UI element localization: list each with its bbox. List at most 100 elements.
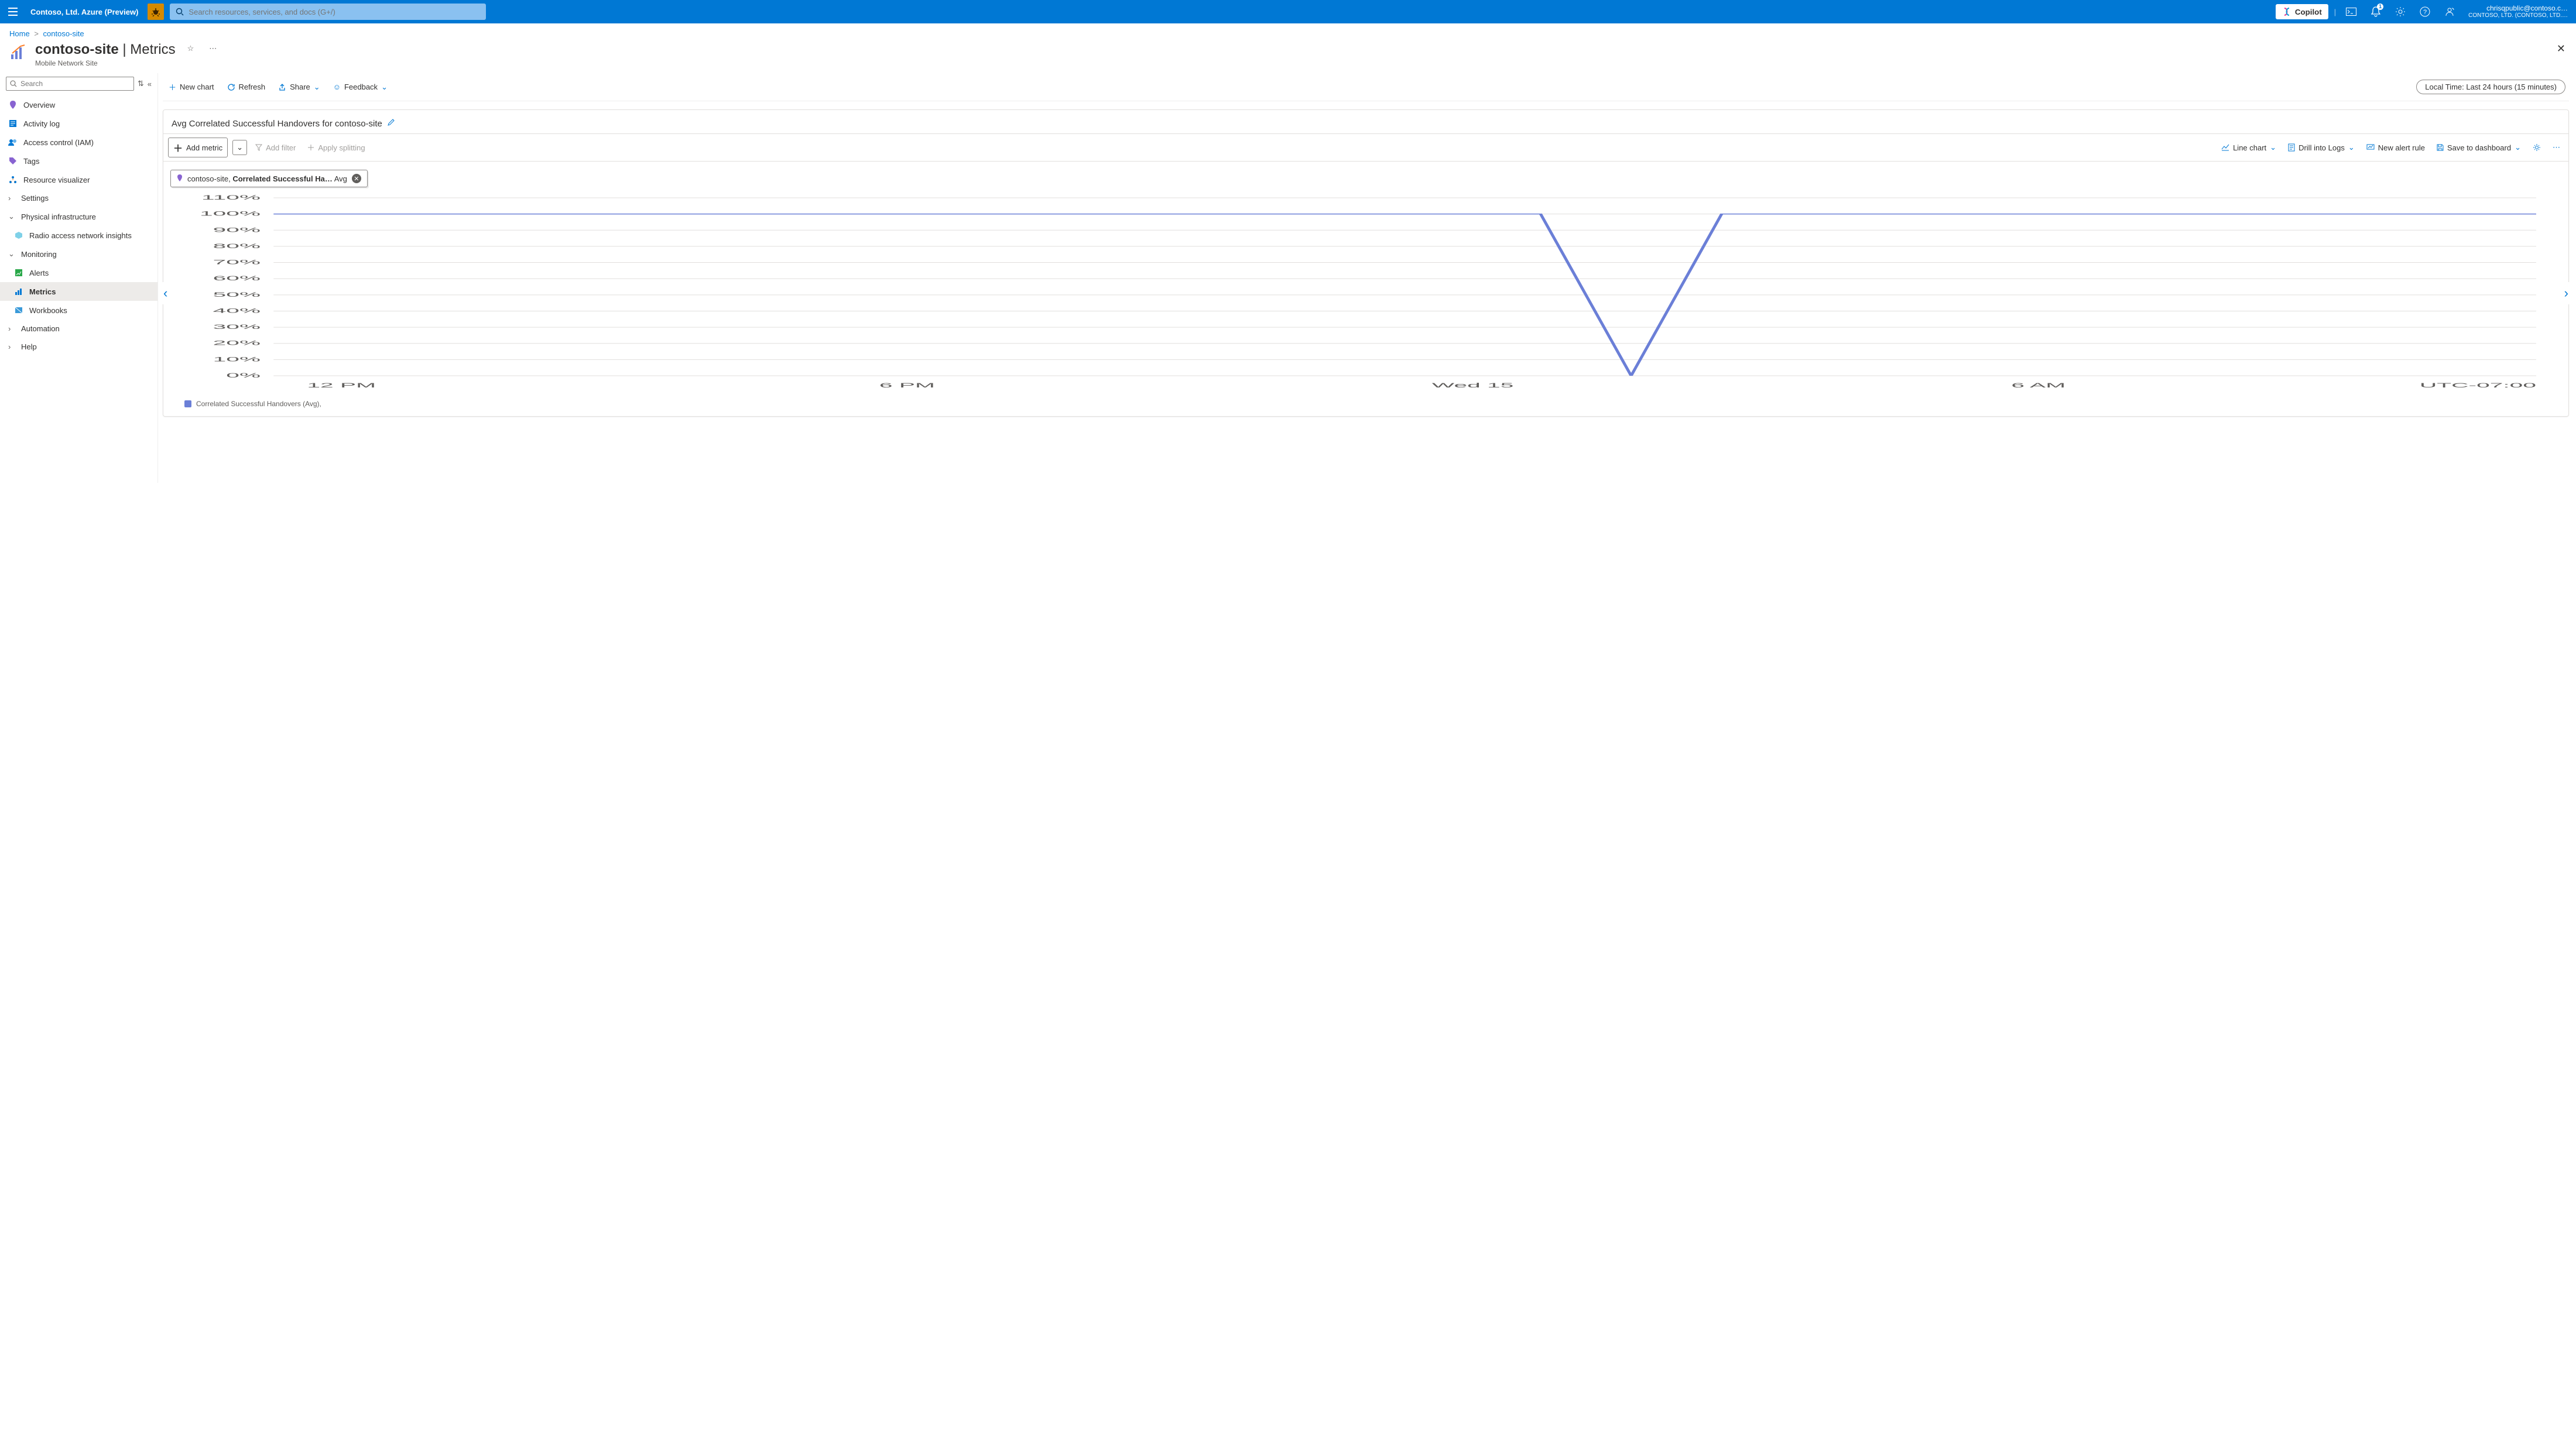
filter-icon <box>255 144 262 151</box>
nav-label: Automation <box>21 324 60 333</box>
svg-text:80%: 80% <box>213 242 261 249</box>
svg-text:6 AM: 6 AM <box>2011 382 2065 389</box>
breadcrumb-home[interactable]: Home <box>9 29 30 38</box>
tag-icon <box>8 156 18 166</box>
btn-label: Drill into Logs <box>2298 143 2345 152</box>
chevron-down-icon: ⌄ <box>2270 143 2276 152</box>
refresh-icon <box>227 83 235 91</box>
page-title-sep: | <box>119 42 131 57</box>
save-to-dashboard-button[interactable]: Save to dashboard ⌄ <box>2433 140 2524 155</box>
cube-icon <box>14 231 23 240</box>
workbooks-icon <box>14 306 23 315</box>
help-icon[interactable]: ? <box>2416 2 2434 21</box>
chart-type-dropdown[interactable]: Line chart ⌄ <box>2218 140 2280 155</box>
logs-icon <box>2288 143 2295 152</box>
visualizer-icon <box>8 175 18 184</box>
chart-settings-gear-icon[interactable] <box>2529 141 2544 154</box>
nav-help[interactable]: › Help <box>0 338 157 356</box>
chevron-down-icon: ⌄ <box>8 249 15 259</box>
refresh-button[interactable]: Refresh <box>225 80 268 94</box>
legend-swatch <box>184 400 191 407</box>
metric-pill-text: contoso-site, Correlated Successful Ha… … <box>187 174 347 183</box>
chart-title: Avg Correlated Successful Handovers for … <box>172 119 382 129</box>
search-icon <box>10 80 17 87</box>
apply-splitting-button[interactable]: Apply splitting <box>304 141 368 155</box>
alert-icon <box>2366 144 2375 151</box>
nav-search-input[interactable] <box>20 80 130 88</box>
btn-label: New alert rule <box>2378 143 2425 152</box>
drill-into-logs-button[interactable]: Drill into Logs ⌄ <box>2284 140 2358 155</box>
add-metric-button[interactable]: ＋ Add metric <box>168 138 228 157</box>
nav-resource-visualizer[interactable]: Resource visualizer <box>0 170 157 189</box>
add-filter-button[interactable]: Add filter <box>252 141 299 155</box>
nav-activity-log[interactable]: Activity log <box>0 114 157 133</box>
nav-alerts[interactable]: Alerts <box>0 263 157 282</box>
btn-label: Share <box>290 83 310 91</box>
nav-label: Help <box>21 342 37 351</box>
add-metric-chevron[interactable]: ⌄ <box>232 140 247 155</box>
chevron-right-icon: › <box>8 194 15 203</box>
edit-title-icon[interactable] <box>387 118 395 129</box>
svg-text:6 PM: 6 PM <box>879 382 935 389</box>
time-range-picker[interactable]: Local Time: Last 24 hours (15 minutes) <box>2416 80 2565 94</box>
btn-label: Apply splitting <box>318 143 365 152</box>
metric-pill[interactable]: contoso-site, Correlated Successful Ha… … <box>170 170 368 187</box>
nav-search[interactable] <box>6 77 134 91</box>
new-alert-rule-button[interactable]: New alert rule <box>2363 141 2428 155</box>
nav-automation[interactable]: › Automation <box>0 320 157 338</box>
metrics-icon <box>14 287 23 296</box>
new-chart-button[interactable]: ＋New chart <box>166 79 217 95</box>
chevron-down-icon: ⌄ <box>381 83 388 92</box>
nav-sort-icon[interactable]: ⇅ <box>138 79 144 88</box>
global-search-input[interactable] <box>189 8 480 16</box>
nav-metrics[interactable]: Metrics <box>0 282 157 301</box>
nav-iam[interactable]: Access control (IAM) <box>0 133 157 152</box>
nav-collapse-icon[interactable]: « <box>148 80 152 88</box>
chart-next-icon[interactable]: › <box>2561 282 2572 304</box>
hamburger-menu-icon[interactable] <box>5 4 21 20</box>
feedback-button[interactable]: ☺ Feedback ⌄ <box>331 80 390 94</box>
chevron-down-icon: ⌄ <box>2348 143 2355 152</box>
chart-overflow-icon[interactable]: ⋯ <box>2549 140 2564 155</box>
line-chart[interactable]: 0%10%20%30%40%50%60%70%80%90%100%110% 12… <box>174 193 2558 392</box>
chart-toolbar: ＋ Add metric ⌄ Add filter Apply splittin… <box>163 133 2568 162</box>
nav-physical-infra-header[interactable]: ⌄ Physical infrastructure <box>0 207 157 226</box>
notifications-icon[interactable]: 1 <box>2366 2 2385 21</box>
nav-settings[interactable]: › Settings <box>0 189 157 207</box>
command-bar: ＋New chart Refresh Share ⌄ ☺ Feedback ⌄ … <box>163 77 2569 101</box>
split-icon <box>307 144 314 151</box>
nav-tags[interactable]: Tags <box>0 152 157 170</box>
global-search[interactable] <box>170 4 486 20</box>
pin-icon <box>8 100 18 109</box>
copilot-button[interactable]: Copilot <box>2276 4 2328 19</box>
nav-monitoring-header[interactable]: ⌄ Monitoring <box>0 245 157 263</box>
nav-overview[interactable]: Overview <box>0 95 157 114</box>
nav-label: Settings <box>21 194 49 203</box>
account-menu[interactable]: chrisqpublic@contoso.c… CONTOSO, LTD. (C… <box>2465 5 2571 19</box>
page-subtitle: Mobile Network Site <box>35 59 176 67</box>
close-blade-icon[interactable]: ✕ <box>2557 43 2565 55</box>
overflow-menu-icon[interactable]: ⋯ <box>205 42 220 56</box>
cloud-shell-icon[interactable] <box>2342 2 2361 21</box>
svg-text:Wed 15: Wed 15 <box>1432 382 1514 389</box>
breadcrumb-item[interactable]: contoso-site <box>43 29 84 38</box>
settings-gear-icon[interactable] <box>2391 2 2410 21</box>
portal-brand[interactable]: Contoso, Ltd. Azure (Preview) <box>27 8 142 16</box>
nav-workbooks[interactable]: Workbooks <box>0 301 157 320</box>
page-title: contoso-site | Metrics <box>35 42 176 58</box>
preview-bug-icon[interactable] <box>148 4 164 20</box>
nav-label: Workbooks <box>29 306 67 315</box>
svg-text:?: ? <box>2423 9 2427 16</box>
feedback-person-icon[interactable] <box>2440 2 2459 21</box>
nav-label: Alerts <box>29 269 49 277</box>
nav-ran-insights[interactable]: Radio access network insights <box>0 226 157 245</box>
nav-label: Resource visualizer <box>23 176 90 184</box>
svg-text:100%: 100% <box>200 210 261 217</box>
chart-prev-icon[interactable]: ‹ <box>160 282 171 304</box>
remove-metric-icon[interactable]: ✕ <box>352 174 361 183</box>
svg-text:90%: 90% <box>213 227 261 234</box>
favorite-star-icon[interactable]: ☆ <box>184 42 198 56</box>
account-email: chrisqpublic@contoso.c… <box>2468 5 2568 12</box>
share-button[interactable]: Share ⌄ <box>276 80 323 94</box>
chevron-down-icon: ⌄ <box>314 83 320 92</box>
